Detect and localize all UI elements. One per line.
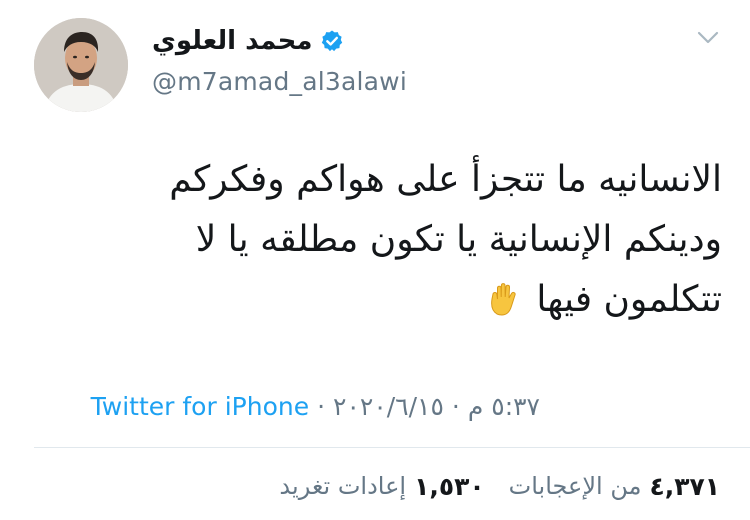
display-name[interactable]: محمد العلوي [152, 22, 312, 60]
raised-hand-emoji-icon [488, 276, 522, 316]
likes-stat[interactable]: ٤,٣٧١ من الإعجابات [509, 472, 720, 501]
avatar[interactable] [34, 18, 128, 112]
tweet-meta: ٥:٣٧ م · ٢٠٢٠/٦/١٥ · Twitter for iPhone [91, 386, 540, 426]
tweet-line: تتكلمون فيها [82, 270, 722, 330]
display-name-row: محمد العلوي [152, 22, 407, 60]
divider [34, 447, 750, 448]
tweet-stats: ٤,٣٧١ من الإعجابات ١,٥٣٠ إعادات تغريد [279, 466, 720, 506]
tweet-time: ٥:٣٧ م [467, 391, 540, 421]
user-names: محمد العلوي @m7amad_al3alawi [152, 22, 407, 100]
meta-separator: · [317, 391, 326, 421]
retweets-stat[interactable]: ١,٥٣٠ إعادات تغريد [279, 472, 484, 501]
tweet-source-link[interactable]: Twitter for iPhone [91, 392, 309, 421]
retweets-label: إعادات تغريد [279, 472, 407, 500]
user-handle[interactable]: @m7amad_al3alawi [152, 64, 407, 100]
tweet-text: الانسانيه ما تتجزأ على هواكم وفكركم ودين… [82, 150, 722, 330]
tweet-date: ٢٠٢٠/٦/١٥ [333, 391, 444, 421]
verified-badge-icon [320, 29, 344, 53]
likes-label: من الإعجابات [508, 472, 642, 500]
chevron-down-icon[interactable] [696, 30, 720, 46]
retweets-count: ١,٥٣٠ [414, 471, 485, 501]
tweet-header: محمد العلوي @m7amad_al3alawi [0, 0, 750, 112]
likes-count: ٤,٣٧١ [649, 471, 720, 501]
profile-avatar-icon [34, 18, 128, 112]
tweet-line: الانسانيه ما تتجزأ على هواكم وفكركم [169, 159, 722, 200]
tweet-line-text: تتكلمون فيها [536, 279, 722, 320]
tweet-line: ودينكم الإنسانية يا تكون مطلقه يا لا [195, 219, 722, 260]
meta-separator: · [451, 391, 460, 421]
